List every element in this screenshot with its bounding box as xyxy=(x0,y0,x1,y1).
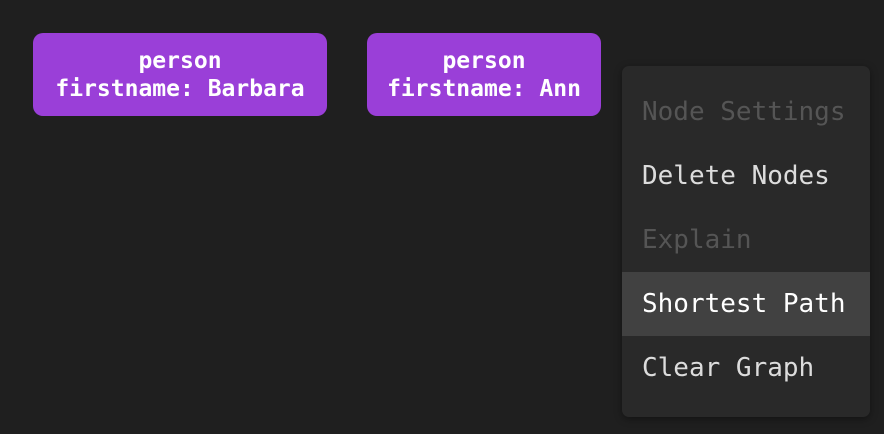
graph-node-barbara[interactable]: person firstname: Barbara xyxy=(33,33,327,116)
graph-node-ann[interactable]: person firstname: Ann xyxy=(367,33,601,116)
menu-item-explain: Explain xyxy=(642,225,752,255)
node-property: firstname: Ann xyxy=(387,75,581,102)
menu-item-clear-graph[interactable]: Clear Graph xyxy=(622,336,870,400)
node-label: person xyxy=(442,47,526,74)
menu-item-node-settings: Node Settings xyxy=(642,97,846,127)
menu-item-shortest-path[interactable]: Shortest Path xyxy=(622,272,870,336)
node-label: person xyxy=(138,47,222,74)
node-property: firstname: Barbara xyxy=(55,75,305,102)
menu-item-delete-nodes[interactable]: Delete Nodes xyxy=(622,144,870,208)
context-menu: Node Settings Delete Nodes Explain Short… xyxy=(622,66,870,417)
